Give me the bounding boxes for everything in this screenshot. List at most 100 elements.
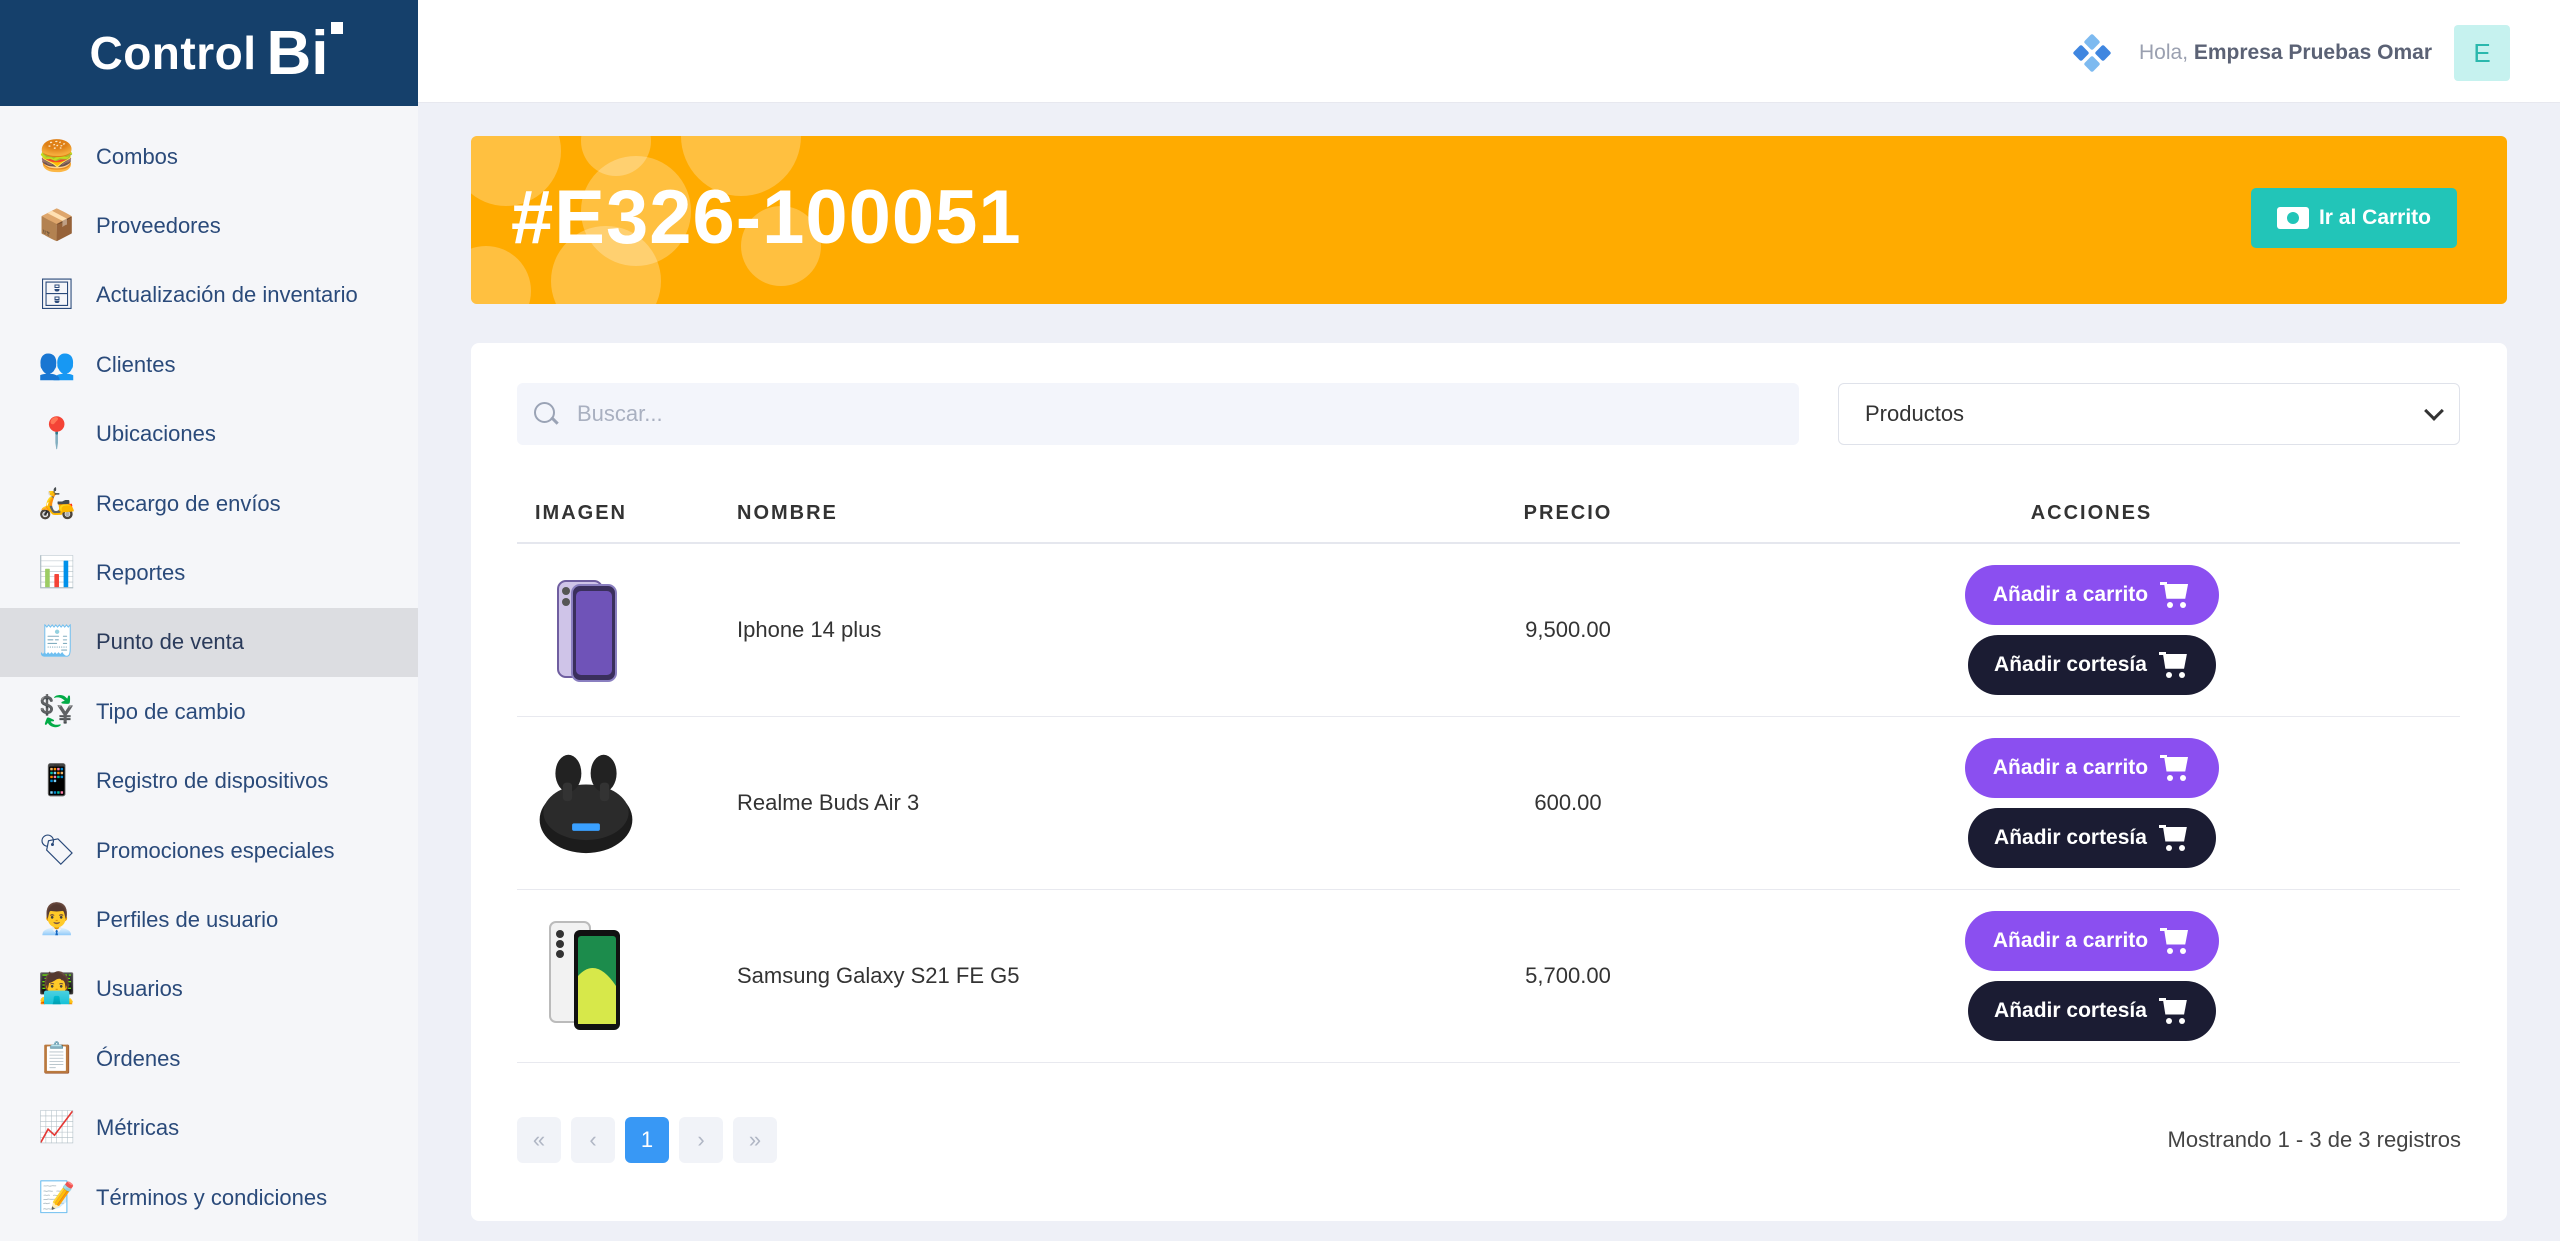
sidebar-item-delivery[interactable]: 🛵 Recargo de envíos [0, 469, 418, 538]
money-icon [2276, 207, 2309, 229]
table-row: Iphone 14 plus 9,500.00 Añadir a carrito Añ… [517, 543, 2460, 717]
go-to-cart-button[interactable]: Ir al Carrito [2251, 188, 2457, 248]
pos-icon: 🧾 [38, 625, 76, 659]
samsung-image [535, 916, 637, 1036]
order-banner: #E326-100051 Ir al Carrito [471, 136, 2507, 304]
sidebar-item-label: Recargo de envíos [96, 490, 281, 516]
product-name: Iphone 14 plus [719, 543, 1413, 717]
sidebar-item-label: Proveedores [96, 213, 221, 239]
brand-name: Control [89, 27, 257, 79]
product-price: 9,500.00 [1413, 543, 1723, 717]
products-card: Productos IMAGEN NOMBRE PRECIO ACCIONES … [471, 343, 2507, 1221]
clients-icon: 👥 [38, 347, 76, 381]
add-to-cart-label: Añadir a carrito [1992, 755, 2149, 779]
sidebar-item-label: Órdenes [96, 1045, 181, 1071]
sidebar-item-label: Usuarios [96, 976, 183, 1002]
add-courtesy-button[interactable]: Añadir cortesía [1967, 634, 2216, 695]
sidebar-item-label: Reportes [96, 560, 186, 586]
sidebar-item-label: Combos [96, 143, 178, 169]
page-prev-button[interactable]: ‹ [571, 1117, 615, 1163]
cart-plus-icon [2160, 581, 2190, 608]
column-header-actions: ACCIONES [1723, 485, 2460, 544]
order-id: #E326-100051 [511, 175, 1022, 260]
add-courtesy-button[interactable]: Añadir cortesía [1967, 807, 2216, 868]
product-name: Samsung Galaxy S21 FE G5 [719, 889, 1413, 1063]
sidebar: Control Bi 🍔 Combos 📦 Proveedores 🗄 Actualiza… [0, 0, 418, 1241]
records-summary: Mostrando 1 - 3 de 3 registros [2167, 1127, 2461, 1152]
avatar[interactable]: E [2454, 25, 2510, 81]
sidebar-item-label: Ubicaciones [96, 421, 216, 447]
sidebar-item-locations[interactable]: 📍 Ubicaciones [0, 400, 418, 469]
search-box [517, 383, 1799, 445]
sidebar-item-label: Actualización de inventario [96, 282, 358, 308]
orders-icon: 📋 [38, 1041, 76, 1075]
add-to-cart-button[interactable]: Añadir a carrito [1964, 737, 2219, 798]
diamond-apps-icon[interactable] [2072, 33, 2112, 73]
product-image-cell [517, 716, 719, 890]
search-input[interactable] [577, 401, 1777, 427]
sidebar-item-devices[interactable]: 📱 Registro de dispositivos [0, 747, 418, 816]
product-price: 600.00 [1413, 716, 1723, 890]
sidebar-nav: 🍔 Combos 📦 Proveedores 🗄 Actualización de inv… [0, 106, 418, 1232]
cart-plus-icon [2158, 824, 2189, 851]
column-header-image: IMAGEN [517, 485, 719, 544]
sidebar-item-label: Métricas [96, 1115, 180, 1141]
add-to-cart-label: Añadir a carrito [1992, 582, 2149, 606]
product-actions: Añadir a carrito Añadir cortesía [1723, 889, 2460, 1063]
add-to-cart-button[interactable]: Añadir a carrito [1964, 564, 2219, 625]
category-selected-value: Productos [1865, 401, 1965, 426]
sidebar-item-label: Registro de dispositivos [96, 768, 329, 794]
earbuds-image [535, 743, 637, 863]
page-first-button[interactable]: « [517, 1117, 561, 1163]
product-actions: Añadir a carrito Añadir cortesía [1723, 543, 2460, 717]
table-header-row: IMAGEN NOMBRE PRECIO ACCIONES [517, 485, 2460, 544]
sidebar-item-suppliers[interactable]: 📦 Proveedores [0, 191, 418, 260]
users-icon: 🧑‍💻 [38, 972, 76, 1006]
brand-logo[interactable]: Control Bi [0, 0, 418, 106]
product-image-cell [517, 889, 719, 1063]
column-header-price: PRECIO [1413, 485, 1723, 544]
sidebar-item-exchange[interactable]: 💱 Tipo de cambio [0, 677, 418, 746]
reports-icon: 📊 [38, 556, 76, 590]
sidebar-item-reports[interactable]: 📊 Reportes [0, 538, 418, 607]
terms-icon: 📝 [38, 1180, 76, 1214]
devices-icon: 📱 [38, 764, 76, 798]
add-courtesy-label: Añadir cortesía [1994, 998, 2147, 1022]
user-name: Empresa Pruebas Omar [2193, 41, 2432, 64]
sidebar-item-inventory[interactable]: 🗄 Actualización de inventario [0, 261, 418, 330]
category-select[interactable]: Productos [1838, 383, 2460, 445]
sidebar-item-label: Términos y condiciones [96, 1184, 328, 1210]
suppliers-icon: 📦 [38, 209, 76, 243]
sidebar-item-clients[interactable]: 👥 Clientes [0, 330, 418, 399]
table-row: Realme Buds Air 3 600.00 Añadir a carrito A… [517, 716, 2460, 890]
iphone-image [535, 570, 637, 690]
inventory-icon: 🗄 [37, 278, 77, 312]
product-name: Realme Buds Air 3 [719, 716, 1413, 890]
sidebar-item-users[interactable]: 🧑‍💻 Usuarios [0, 955, 418, 1024]
table-row: Samsung Galaxy S21 FE G5 5,700.00 Añadir a… [517, 889, 2460, 1063]
sidebar-item-pos[interactable]: 🧾 Punto de venta [0, 607, 418, 678]
sidebar-item-orders[interactable]: 📋 Órdenes [0, 1024, 418, 1093]
search-icon [533, 401, 559, 427]
cart-plus-icon [2160, 927, 2190, 954]
page-next-button[interactable]: › [679, 1117, 723, 1163]
sidebar-item-user-profile[interactable]: 👨‍💼 Perfiles de usuario [0, 885, 418, 954]
add-to-cart-button[interactable]: Añadir a carrito [1964, 910, 2219, 971]
page-last-button[interactable]: » [733, 1117, 777, 1163]
sidebar-item-metrics[interactable]: 📈 Métricas [0, 1093, 418, 1162]
sidebar-item-label: Promociones especiales [96, 837, 335, 863]
add-to-cart-label: Añadir a carrito [1992, 928, 2149, 952]
user-profile-icon: 👨‍💼 [38, 902, 76, 936]
combos-icon: 🍔 [38, 139, 76, 173]
pagination: « ‹ 1 › » [517, 1117, 777, 1163]
sidebar-item-label: Perfiles de usuario [96, 906, 279, 932]
add-courtesy-button[interactable]: Añadir cortesía [1967, 980, 2216, 1041]
metrics-icon: 📈 [38, 1111, 76, 1145]
sidebar-item-promotions[interactable]: 🏷 Promociones especiales [0, 816, 418, 885]
sidebar-item-combos[interactable]: 🍔 Combos [0, 122, 418, 191]
sidebar-item-terms[interactable]: 📝 Términos y condiciones [0, 1163, 418, 1232]
go-to-cart-label: Ir al Carrito [2318, 206, 2432, 229]
promotions-icon: 🏷 [37, 833, 77, 867]
page-current-button[interactable]: 1 [625, 1117, 669, 1163]
chevron-down-icon [2424, 401, 2444, 421]
